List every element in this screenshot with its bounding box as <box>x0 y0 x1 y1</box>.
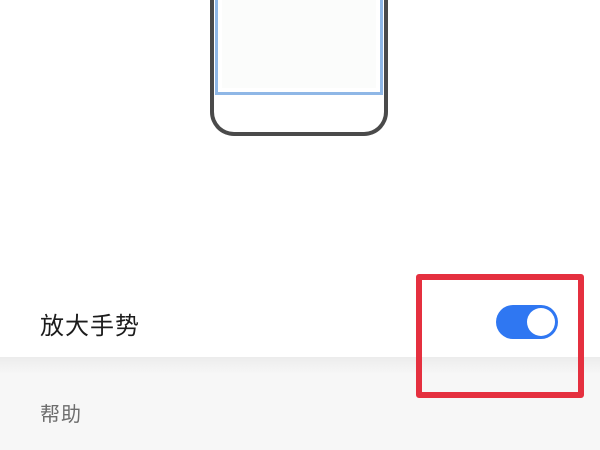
help-section-header: 帮助 <box>40 402 82 426</box>
toggle-knob <box>527 308 555 336</box>
magnify-gesture-setting-row[interactable]: 放大手势 <box>0 274 600 370</box>
phone-screen-content <box>222 0 376 88</box>
magnify-gesture-toggle[interactable] <box>496 305 558 339</box>
help-section <box>0 373 600 450</box>
section-divider <box>0 357 600 373</box>
magnify-gesture-label: 放大手势 <box>40 312 140 340</box>
phone-screen-illustration <box>215 0 383 95</box>
